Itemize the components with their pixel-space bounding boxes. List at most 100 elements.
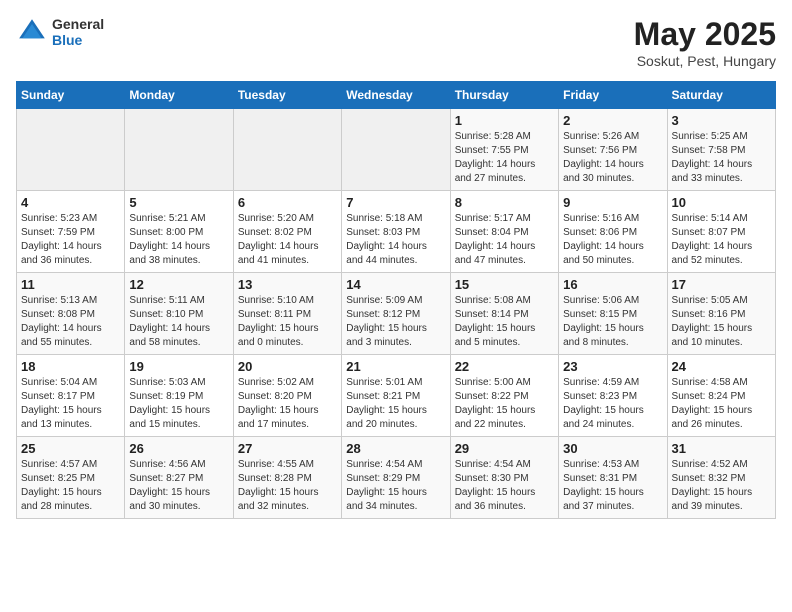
calendar-cell: 21 Sunrise: 5:01 AM Sunset: 8:21 PM Dayli… xyxy=(342,355,450,437)
day-info: Sunrise: 4:52 AM Sunset: 8:32 PM Dayligh… xyxy=(672,458,771,514)
calendar-cell: 19Sunrise: 5:03 AM Sunset: 8:19 PM Dayli… xyxy=(125,355,233,437)
day-number: 12 xyxy=(129,277,228,292)
day-info: Sunrise: 5:20 AM Sunset: 8:02 PM Dayligh… xyxy=(238,212,337,268)
header-row: SundayMondayTuesdayWednesdayThursdayFrid… xyxy=(17,82,776,109)
day-info: Sunrise: 5:21 AM Sunset: 8:00 PM Dayligh… xyxy=(129,212,228,268)
calendar-cell: 4 Sunrise: 5:23 AM Sunset: 7:59 PM Daylig… xyxy=(17,191,125,273)
day-number: 23 xyxy=(563,359,662,374)
calendar-week-5: 25 Sunrise: 4:57 AM Sunset: 8:25 PM Dayli… xyxy=(17,437,776,519)
day-info: Sunrise: 5:01 AM Sunset: 8:21 PM Dayligh… xyxy=(346,376,445,432)
day-info: Sunrise: 4:56 AM Sunset: 8:27 PM Dayligh… xyxy=(129,458,228,514)
calendar-week-2: 4 Sunrise: 5:23 AM Sunset: 7:59 PM Daylig… xyxy=(17,191,776,273)
calendar-cell: 22 Sunrise: 5:00 AM Sunset: 8:22 PM Dayli… xyxy=(450,355,558,437)
day-info: Sunrise: 4:54 AM Sunset: 8:29 PM Dayligh… xyxy=(346,458,445,514)
calendar-cell: 24 Sunrise: 4:58 AM Sunset: 8:24 PM Dayli… xyxy=(667,355,775,437)
day-number: 26 xyxy=(129,441,228,456)
day-info: Sunrise: 4:58 AM Sunset: 8:24 PM Dayligh… xyxy=(672,376,771,432)
day-number: 25 xyxy=(21,441,120,456)
calendar-week-1: 1 Sunrise: 5:28 AM Sunset: 7:55 PM Daylig… xyxy=(17,109,776,191)
day-number: 2 xyxy=(563,113,662,128)
day-info: Sunrise: 5:28 AM Sunset: 7:55 PM Dayligh… xyxy=(455,130,554,186)
calendar-cell: 23 Sunrise: 4:59 AM Sunset: 8:23 PM Dayli… xyxy=(559,355,667,437)
day-info: Sunrise: 5:23 AM Sunset: 7:59 PM Dayligh… xyxy=(21,212,120,268)
day-number: 1 xyxy=(455,113,554,128)
calendar-body: 1 Sunrise: 5:28 AM Sunset: 7:55 PM Daylig… xyxy=(17,109,776,519)
logo: General Blue xyxy=(16,16,104,48)
day-info: Sunrise: 5:14 AM Sunset: 8:07 PM Dayligh… xyxy=(672,212,771,268)
calendar-cell: 25 Sunrise: 4:57 AM Sunset: 8:25 PM Dayli… xyxy=(17,437,125,519)
day-number: 14 xyxy=(346,277,445,292)
calendar-cell: 5 Sunrise: 5:21 AM Sunset: 8:00 PM Daylig… xyxy=(125,191,233,273)
day-number: 21 xyxy=(346,359,445,374)
calendar-table: SundayMondayTuesdayWednesdayThursdayFrid… xyxy=(16,81,776,519)
day-info: Sunrise: 5:13 AM Sunset: 8:08 PM Dayligh… xyxy=(21,294,120,350)
calendar-cell: 26 Sunrise: 4:56 AM Sunset: 8:27 PM Dayli… xyxy=(125,437,233,519)
day-number: 4 xyxy=(21,195,120,210)
day-number: 3 xyxy=(672,113,771,128)
calendar-cell: 10 Sunrise: 5:14 AM Sunset: 8:07 PM Dayli… xyxy=(667,191,775,273)
day-number: 5 xyxy=(129,195,228,210)
logo-general: General xyxy=(52,16,104,32)
logo-blue: Blue xyxy=(52,32,104,48)
calendar-title: May 2025 xyxy=(634,16,776,53)
day-number: 7 xyxy=(346,195,445,210)
calendar-cell xyxy=(17,109,125,191)
calendar-subtitle: Soskut, Pest, Hungary xyxy=(634,53,776,69)
day-number: 17 xyxy=(672,277,771,292)
day-info: Sunrise: 5:04 AM Sunset: 8:17 PM Dayligh… xyxy=(21,376,120,432)
calendar-cell: 16 Sunrise: 5:06 AM Sunset: 8:15 PM Dayli… xyxy=(559,273,667,355)
day-number: 22 xyxy=(455,359,554,374)
day-number: 13 xyxy=(238,277,337,292)
calendar-cell: 20Sunrise: 5:02 AM Sunset: 8:20 PM Dayli… xyxy=(233,355,341,437)
day-info: Sunrise: 5:06 AM Sunset: 8:15 PM Dayligh… xyxy=(563,294,662,350)
calendar-cell: 31 Sunrise: 4:52 AM Sunset: 8:32 PM Dayli… xyxy=(667,437,775,519)
calendar-cell: 27Sunrise: 4:55 AM Sunset: 8:28 PM Dayli… xyxy=(233,437,341,519)
day-number: 11 xyxy=(21,277,120,292)
day-number: 29 xyxy=(455,441,554,456)
calendar-cell: 14 Sunrise: 5:09 AM Sunset: 8:12 PM Dayli… xyxy=(342,273,450,355)
calendar-cell: 3Sunrise: 5:25 AM Sunset: 7:58 PM Daylig… xyxy=(667,109,775,191)
day-number: 24 xyxy=(672,359,771,374)
calendar-cell xyxy=(342,109,450,191)
calendar-cell: 8Sunrise: 5:17 AM Sunset: 8:04 PM Daylig… xyxy=(450,191,558,273)
column-header-saturday: Saturday xyxy=(667,82,775,109)
column-header-friday: Friday xyxy=(559,82,667,109)
day-info: Sunrise: 5:08 AM Sunset: 8:14 PM Dayligh… xyxy=(455,294,554,350)
calendar-cell xyxy=(233,109,341,191)
day-info: Sunrise: 5:00 AM Sunset: 8:22 PM Dayligh… xyxy=(455,376,554,432)
day-number: 15 xyxy=(455,277,554,292)
day-number: 9 xyxy=(563,195,662,210)
day-number: 31 xyxy=(672,441,771,456)
day-number: 28 xyxy=(346,441,445,456)
calendar-cell: 2 Sunrise: 5:26 AM Sunset: 7:56 PM Daylig… xyxy=(559,109,667,191)
day-number: 20 xyxy=(238,359,337,374)
day-number: 27 xyxy=(238,441,337,456)
day-number: 18 xyxy=(21,359,120,374)
day-info: Sunrise: 5:16 AM Sunset: 8:06 PM Dayligh… xyxy=(563,212,662,268)
calendar-cell: 9 Sunrise: 5:16 AM Sunset: 8:06 PM Daylig… xyxy=(559,191,667,273)
calendar-cell: 12 Sunrise: 5:11 AM Sunset: 8:10 PM Dayli… xyxy=(125,273,233,355)
day-info: Sunrise: 5:17 AM Sunset: 8:04 PM Dayligh… xyxy=(455,212,554,268)
column-header-wednesday: Wednesday xyxy=(342,82,450,109)
logo-text: General Blue xyxy=(52,16,104,48)
day-info: Sunrise: 4:59 AM Sunset: 8:23 PM Dayligh… xyxy=(563,376,662,432)
calendar-header: SundayMondayTuesdayWednesdayThursdayFrid… xyxy=(17,82,776,109)
day-info: Sunrise: 5:03 AM Sunset: 8:19 PM Dayligh… xyxy=(129,376,228,432)
calendar-cell: 30Sunrise: 4:53 AM Sunset: 8:31 PM Dayli… xyxy=(559,437,667,519)
calendar-cell: 28 Sunrise: 4:54 AM Sunset: 8:29 PM Dayli… xyxy=(342,437,450,519)
day-info: Sunrise: 4:57 AM Sunset: 8:25 PM Dayligh… xyxy=(21,458,120,514)
day-info: Sunrise: 5:11 AM Sunset: 8:10 PM Dayligh… xyxy=(129,294,228,350)
title-block: May 2025 Soskut, Pest, Hungary xyxy=(634,16,776,69)
page-header: General Blue May 2025 Soskut, Pest, Hung… xyxy=(16,16,776,69)
column-header-tuesday: Tuesday xyxy=(233,82,341,109)
calendar-week-3: 11 Sunrise: 5:13 AM Sunset: 8:08 PM Dayli… xyxy=(17,273,776,355)
day-info: Sunrise: 5:26 AM Sunset: 7:56 PM Dayligh… xyxy=(563,130,662,186)
column-header-sunday: Sunday xyxy=(17,82,125,109)
day-info: Sunrise: 5:05 AM Sunset: 8:16 PM Dayligh… xyxy=(672,294,771,350)
calendar-cell: 13Sunrise: 5:10 AM Sunset: 8:11 PM Dayli… xyxy=(233,273,341,355)
day-number: 10 xyxy=(672,195,771,210)
day-info: Sunrise: 5:09 AM Sunset: 8:12 PM Dayligh… xyxy=(346,294,445,350)
day-number: 16 xyxy=(563,277,662,292)
logo-icon xyxy=(16,16,48,48)
calendar-cell: 6Sunrise: 5:20 AM Sunset: 8:02 PM Daylig… xyxy=(233,191,341,273)
